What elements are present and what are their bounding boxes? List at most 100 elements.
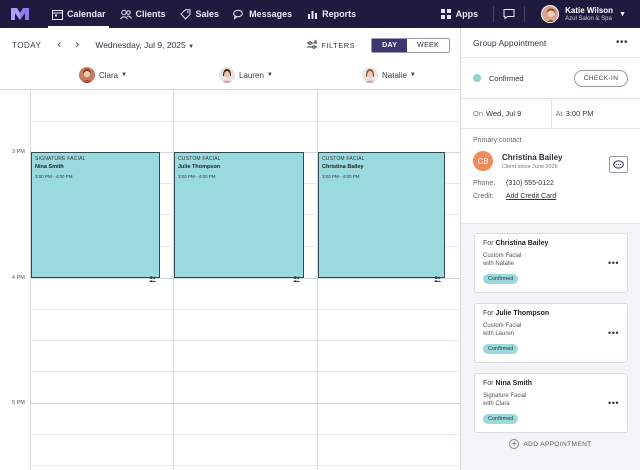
- nav-apps[interactable]: Apps: [433, 0, 486, 28]
- next-day-button[interactable]: ›: [73, 39, 81, 51]
- more-options-icon[interactable]: •••: [608, 258, 619, 268]
- avatar: [362, 67, 378, 83]
- app-logo[interactable]: [10, 6, 30, 22]
- time-field[interactable]: At 3:00 PM: [550, 99, 640, 128]
- view-day-button[interactable]: DAY: [372, 38, 408, 52]
- nav-clients[interactable]: Clients: [113, 0, 173, 28]
- status-badge: Confirmed: [483, 344, 519, 354]
- time-value: 3:00 PM: [565, 109, 594, 118]
- grid-line: [30, 309, 460, 310]
- clients-icon: [119, 8, 132, 20]
- member-staff: with Natalie: [483, 261, 515, 267]
- nav-calendar[interactable]: Calendar: [44, 0, 113, 28]
- grid-line: [30, 465, 460, 466]
- appointment-time: 3:00 PM - 4:00 PM: [178, 174, 216, 179]
- phone-value[interactable]: (310) 555-0122: [506, 180, 554, 187]
- filters-button[interactable]: FILTERS: [307, 40, 355, 50]
- avatar: [219, 67, 235, 83]
- message-client-button[interactable]: [609, 156, 628, 173]
- member-title: For Christina Bailey: [483, 240, 619, 247]
- member-card[interactable]: For Christina Bailey Custom Facial with …: [474, 233, 628, 293]
- staff-name: Clara: [99, 70, 119, 80]
- nav-divider: [524, 6, 526, 22]
- appointment-service: CUSTOM FACIAL: [322, 156, 365, 162]
- grid-line: [30, 278, 460, 279]
- user-info[interactable]: Katie Wilson Azul Salon & Spa: [565, 5, 614, 22]
- status-dot: [473, 74, 481, 82]
- chat-icon[interactable]: [502, 7, 516, 21]
- for-label: For: [483, 310, 494, 317]
- plus-icon: +: [509, 439, 520, 449]
- panel-header: Group Appointment •••: [461, 28, 640, 58]
- appointment-block[interactable]: CUSTOM FACIAL Julie Thompson 3:00 PM - 4…: [174, 152, 304, 282]
- nav-reports-label: Reports: [322, 9, 357, 19]
- staff-header: Clara ▼ Lauren ▼ Natalie ▼: [0, 62, 460, 90]
- date-field[interactable]: On Wed, Jul 9: [461, 99, 551, 128]
- member-service: Signature Facial: [483, 393, 527, 399]
- user-name: Katie Wilson: [565, 5, 614, 15]
- member-staff: with Clara: [483, 401, 510, 407]
- nav-sales[interactable]: Sales: [173, 0, 227, 28]
- staff-selector-natalie[interactable]: Natalie ▼: [362, 67, 416, 83]
- bar-chart-icon: [306, 8, 318, 20]
- staff-name: Lauren: [239, 70, 264, 80]
- member-name: Christina Bailey: [495, 240, 549, 247]
- for-label: For: [483, 240, 494, 247]
- add-appointment-label: ADD APPOINTMENT: [523, 440, 592, 448]
- add-appointment-button[interactable]: + ADD APPOINTMENT: [461, 439, 640, 449]
- phone-row: Phone: (310) 555-0122: [473, 180, 628, 187]
- contact-person[interactable]: CB Christina Bailey Client since June 20…: [473, 151, 628, 171]
- member-service: Custom Facial: [483, 323, 522, 329]
- status-label[interactable]: Confirmed: [489, 74, 524, 83]
- member-name: Nina Smith: [495, 380, 533, 387]
- member-card[interactable]: For Julie Thompson Custom Facial with La…: [474, 303, 628, 363]
- primary-contact-label: Primary contact: [473, 137, 522, 144]
- date-label: Wednesday, Jul 9, 2025: [95, 40, 186, 50]
- status-row: Confirmed CHECK-IN: [461, 58, 640, 99]
- chevron-down-icon: ▼: [188, 44, 195, 50]
- add-credit-card-link[interactable]: Add Credit Card: [506, 193, 556, 200]
- time-label: 3 PM: [12, 149, 25, 155]
- appointment-block[interactable]: CUSTOM FACIAL Christina Bailey 3:00 PM -…: [318, 152, 445, 282]
- staff-selector-lauren[interactable]: Lauren ▼: [219, 67, 273, 83]
- staff-name: Natalie: [382, 70, 407, 80]
- avatar[interactable]: [541, 5, 560, 23]
- column-divider: [317, 91, 318, 470]
- group-icon: [434, 269, 441, 282]
- today-button[interactable]: TODAY: [12, 41, 41, 50]
- chevron-down-icon[interactable]: ▼: [619, 11, 626, 18]
- column-divider: [30, 91, 31, 470]
- status-badge: Confirmed: [483, 414, 519, 424]
- nav-reports[interactable]: Reports: [299, 0, 363, 28]
- filter-icon: [307, 40, 318, 50]
- member-card[interactable]: For Nina Smith Signature Facial with Cla…: [474, 373, 628, 433]
- appointment-details-panel: Group Appointment ••• Confirmed CHECK-IN…: [460, 28, 640, 470]
- nav-clients-label: Clients: [135, 9, 166, 19]
- more-options-icon[interactable]: •••: [616, 37, 628, 48]
- nav-apps-label: Apps: [455, 9, 479, 19]
- staff-selector-clara[interactable]: Clara ▼: [79, 67, 127, 83]
- chat-bubbles-icon: [233, 8, 245, 20]
- date-time-row: On Wed, Jul 9 At 3:00 PM: [461, 99, 640, 129]
- date-picker[interactable]: Wednesday, Jul 9, 2025 ▼: [95, 40, 194, 50]
- tag-icon: [180, 8, 192, 20]
- contact-name: Christina Bailey: [502, 152, 563, 162]
- check-in-button[interactable]: CHECK-IN: [574, 69, 628, 87]
- for-label: For: [483, 380, 494, 387]
- prev-day-button[interactable]: ‹: [55, 39, 63, 51]
- nav-sales-label: Sales: [195, 9, 220, 19]
- more-options-icon[interactable]: •••: [608, 328, 619, 338]
- calendar-grid: 3 PM 4 PM 5 PM SIGNATURE FACIAL Nina Smi…: [0, 91, 460, 470]
- group-members-list: For Christina Bailey Custom Facial with …: [461, 224, 640, 470]
- chevron-down-icon: ▼: [266, 72, 273, 78]
- top-nav: Calendar Clients Sales Messages Reports …: [0, 0, 640, 28]
- time-label: 4 PM: [12, 275, 25, 281]
- nav-messages[interactable]: Messages: [226, 0, 299, 28]
- view-week-button[interactable]: WEEK: [407, 39, 449, 52]
- primary-contact: Primary contact CB Christina Bailey Clie…: [461, 129, 640, 224]
- member-title: For Nina Smith: [483, 380, 619, 387]
- more-options-icon[interactable]: •••: [608, 398, 619, 408]
- appointment-time: 3:00 PM - 4:00 PM: [322, 174, 360, 179]
- column-divider: [173, 91, 174, 470]
- appointment-block[interactable]: SIGNATURE FACIAL Nina Smith 3:00 PM - 4:…: [31, 152, 160, 282]
